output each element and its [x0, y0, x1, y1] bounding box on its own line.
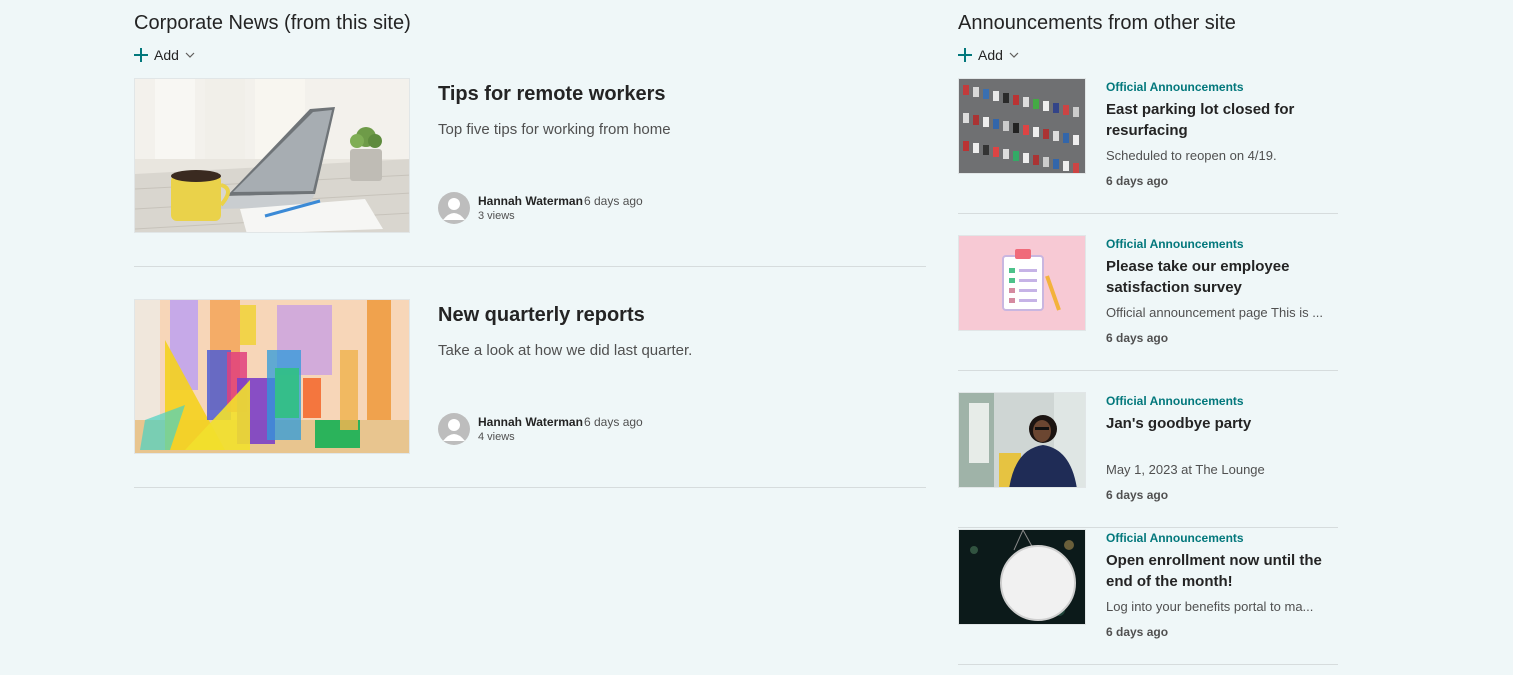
smiling-person-image[interactable] [958, 392, 1086, 488]
announcement-description: Official announcement page This is ... [1106, 305, 1324, 320]
avatar[interactable] [438, 413, 470, 445]
corporate-news-title: Corporate News (from this site) [134, 12, 411, 34]
news-views: 3 views [478, 210, 515, 222]
news-date: 6 days ago [584, 194, 643, 208]
announcement-description: Log into your benefits portal to ma... [1106, 599, 1314, 614]
announcement-title[interactable]: Please take our employee satisfaction su… [1106, 256, 1336, 298]
news-author[interactable]: Hannah Waterman [478, 194, 583, 208]
announcements-title: Announcements from other site [958, 12, 1236, 34]
news-author[interactable]: Hannah Waterman [478, 415, 583, 429]
announcement-category[interactable]: Official Announcements [1106, 237, 1244, 251]
announcements-add-button[interactable]: Add [958, 45, 1019, 65]
parking-lot-image[interactable] [958, 78, 1086, 174]
announcement-title[interactable]: East parking lot closed for resurfacing [1106, 99, 1336, 141]
news-title[interactable]: Tips for remote workers [438, 83, 665, 106]
news-title[interactable]: New quarterly reports [438, 304, 645, 327]
laptop-desk-image[interactable] [134, 78, 410, 233]
announcement-category[interactable]: Official Announcements [1106, 394, 1244, 408]
chevron-down-icon [185, 52, 195, 58]
announcement-category[interactable]: Official Announcements [1106, 80, 1244, 94]
plus-icon [958, 48, 972, 62]
announcement-date: 6 days ago [1106, 488, 1169, 502]
announcement-date: 6 days ago [1106, 174, 1169, 188]
plus-icon [134, 48, 148, 62]
news-item[interactable]: Tips for remote workers Top five tips fo… [134, 78, 926, 267]
announcement-description: May 1, 2023 at The Lounge [1106, 462, 1265, 477]
news-views: 4 views [478, 431, 515, 443]
news-description: Take a look at how we did last quarter. [438, 342, 693, 359]
announcement-item[interactable]: Official Announcements Jan's goodbye par… [958, 392, 1338, 528]
announcements-add-label: Add [978, 47, 1003, 63]
news-date: 6 days ago [584, 415, 643, 429]
news-item[interactable]: New quarterly reports Take a look at how… [134, 299, 926, 488]
announcement-date: 6 days ago [1106, 625, 1169, 639]
announcement-item[interactable]: Official Announcements East parking lot … [958, 78, 1338, 214]
announcement-date: 6 days ago [1106, 331, 1169, 345]
colorful-shapes-image[interactable] [134, 299, 410, 454]
announcement-title[interactable]: Open enrollment now until the end of the… [1106, 550, 1336, 592]
news-add-button[interactable]: Add [134, 45, 195, 65]
announcement-description: Scheduled to reopen on 4/19. [1106, 148, 1277, 163]
chevron-down-icon [1009, 52, 1019, 58]
announcement-title[interactable]: Jan's goodbye party [1106, 413, 1336, 434]
announcement-category[interactable]: Official Announcements [1106, 531, 1244, 545]
announcement-item[interactable]: Official Announcements Open enrollment n… [958, 529, 1338, 665]
survey-clipboard-image[interactable] [958, 235, 1086, 331]
open-sign-image[interactable] [958, 529, 1086, 625]
news-description: Top five tips for working from home [438, 121, 671, 138]
news-add-label: Add [154, 47, 179, 63]
announcement-item[interactable]: Official Announcements Please take our e… [958, 235, 1338, 371]
avatar[interactable] [438, 192, 470, 224]
